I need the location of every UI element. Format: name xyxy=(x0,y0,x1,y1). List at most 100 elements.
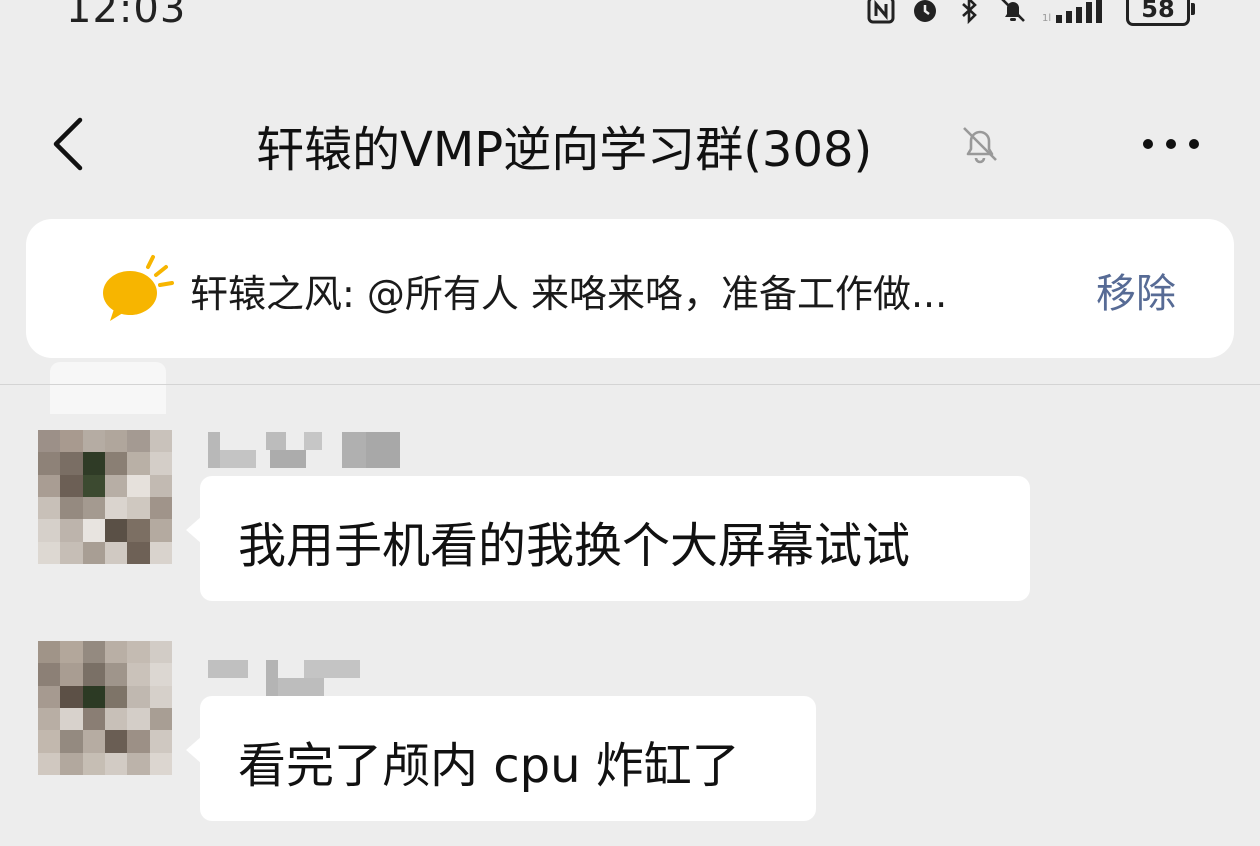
avatar-pixel xyxy=(149,708,172,731)
avatar-pixel xyxy=(149,497,172,520)
status-icons: 1l 58 xyxy=(866,0,1195,26)
avatar-pixel xyxy=(82,663,105,686)
avatar-pixel xyxy=(60,474,83,497)
avatar-pixel xyxy=(127,708,150,731)
message-text: 看完了颅内 cpu 炸缸了 xyxy=(238,738,740,794)
announcement-icon xyxy=(103,255,174,321)
avatar-pixel xyxy=(105,541,128,564)
avatar-pixel xyxy=(127,452,150,475)
avatar-pixel xyxy=(38,752,61,775)
avatar-pixel xyxy=(60,497,83,520)
avatar-pixel xyxy=(60,519,83,542)
avatar-pixel xyxy=(127,730,150,753)
avatar-pixel xyxy=(127,663,150,686)
chat-header: 轩辕的VMP逆向学习群(308) xyxy=(0,90,1260,200)
avatar-pixel xyxy=(105,474,128,497)
message-bubble[interactable]: 我用手机看的我换个大屏幕试试 xyxy=(186,476,1030,601)
bell-off-icon xyxy=(963,127,997,164)
avatar-pixel xyxy=(127,752,150,775)
avatar-pixel xyxy=(127,474,150,497)
avatar-pixel xyxy=(38,685,61,708)
pinned-announcement[interactable]: 轩辕之风: @所有人 来咯来咯，准备工作做... 移除 xyxy=(26,219,1234,358)
avatar-pixel xyxy=(149,541,172,564)
chat-title: 轩辕的VMP逆向学习群(308) xyxy=(256,122,873,178)
bell-off-status-icon xyxy=(1001,0,1025,22)
avatar-pixel xyxy=(38,452,61,475)
status-bar: 12:03 1l 58 xyxy=(0,0,1260,40)
avatar-pixel xyxy=(82,752,105,775)
avatar-pixel xyxy=(127,685,150,708)
avatar-pixel xyxy=(38,730,61,753)
back-chevron-icon[interactable] xyxy=(48,116,88,172)
avatar-pixel xyxy=(82,641,105,664)
avatar-pixel xyxy=(105,452,128,475)
avatar-pixel xyxy=(60,452,83,475)
avatar[interactable] xyxy=(38,430,172,564)
alarm-icon xyxy=(914,0,936,22)
more-dots-icon[interactable] xyxy=(1140,136,1202,152)
avatar-pixel xyxy=(149,474,172,497)
battery-icon: 58 xyxy=(1126,0,1195,26)
avatar-pixel xyxy=(38,541,61,564)
avatar-pixel xyxy=(82,519,105,542)
avatar-pixel xyxy=(82,541,105,564)
avatar-pixel xyxy=(38,663,61,686)
message-bubble[interactable]: 看完了颅内 cpu 炸缸了 xyxy=(186,696,816,821)
avatar-pixel xyxy=(149,519,172,542)
avatar-pixel xyxy=(149,641,172,664)
avatar-pixel xyxy=(82,474,105,497)
avatar-pixel xyxy=(82,685,105,708)
avatar-pixel xyxy=(149,730,172,753)
avatar-pixel xyxy=(82,430,105,453)
avatar-pixel xyxy=(60,430,83,453)
avatar-pixel xyxy=(82,730,105,753)
avatar-pixel xyxy=(38,641,61,664)
divider xyxy=(0,384,1260,385)
avatar-pixel xyxy=(127,497,150,520)
avatar-pixel xyxy=(38,519,61,542)
avatar-pixel xyxy=(105,663,128,686)
avatar-pixel xyxy=(127,519,150,542)
avatar-pixel xyxy=(60,663,83,686)
signal-icon: 1l xyxy=(1042,0,1102,24)
status-time: 12:03 xyxy=(66,0,187,32)
nfc-icon xyxy=(867,0,895,24)
avatar-pixel xyxy=(149,452,172,475)
nickname-redacted xyxy=(208,660,408,696)
avatar-pixel xyxy=(60,730,83,753)
avatar-pixel xyxy=(38,497,61,520)
avatar-pixel xyxy=(149,752,172,775)
avatar-pixel xyxy=(105,708,128,731)
avatar-pixel xyxy=(105,641,128,664)
nickname-redacted xyxy=(208,432,408,468)
bluetooth-icon xyxy=(962,0,977,25)
message-text: 我用手机看的我换个大屏幕试试 xyxy=(238,518,911,574)
avatar-pixel xyxy=(82,708,105,731)
avatar-pixel xyxy=(105,497,128,520)
avatar-pixel xyxy=(127,541,150,564)
avatar-pixel xyxy=(38,430,61,453)
avatar-pixel xyxy=(38,708,61,731)
avatar[interactable] xyxy=(38,641,172,775)
avatar-pixel xyxy=(60,641,83,664)
avatar-pixel xyxy=(127,430,150,453)
avatar-pixel xyxy=(105,752,128,775)
avatar-pixel xyxy=(149,685,172,708)
svg-text:1l: 1l xyxy=(1042,13,1051,24)
avatar-pixel xyxy=(149,663,172,686)
avatar-pixel xyxy=(105,730,128,753)
avatar-pixel xyxy=(105,519,128,542)
pinned-message-text: 轩辕之风: @所有人 来咯来咯，准备工作做... xyxy=(190,272,948,316)
remove-button[interactable]: 移除 xyxy=(1096,261,1176,319)
blur-patch xyxy=(50,362,166,414)
avatar-pixel xyxy=(149,430,172,453)
avatar-pixel xyxy=(60,708,83,731)
avatar-pixel xyxy=(60,685,83,708)
avatar-pixel xyxy=(82,452,105,475)
avatar-pixel xyxy=(60,752,83,775)
avatar-pixel xyxy=(38,474,61,497)
avatar-pixel xyxy=(82,497,105,520)
avatar-pixel xyxy=(105,430,128,453)
avatar-pixel xyxy=(60,541,83,564)
avatar-pixel xyxy=(127,641,150,664)
